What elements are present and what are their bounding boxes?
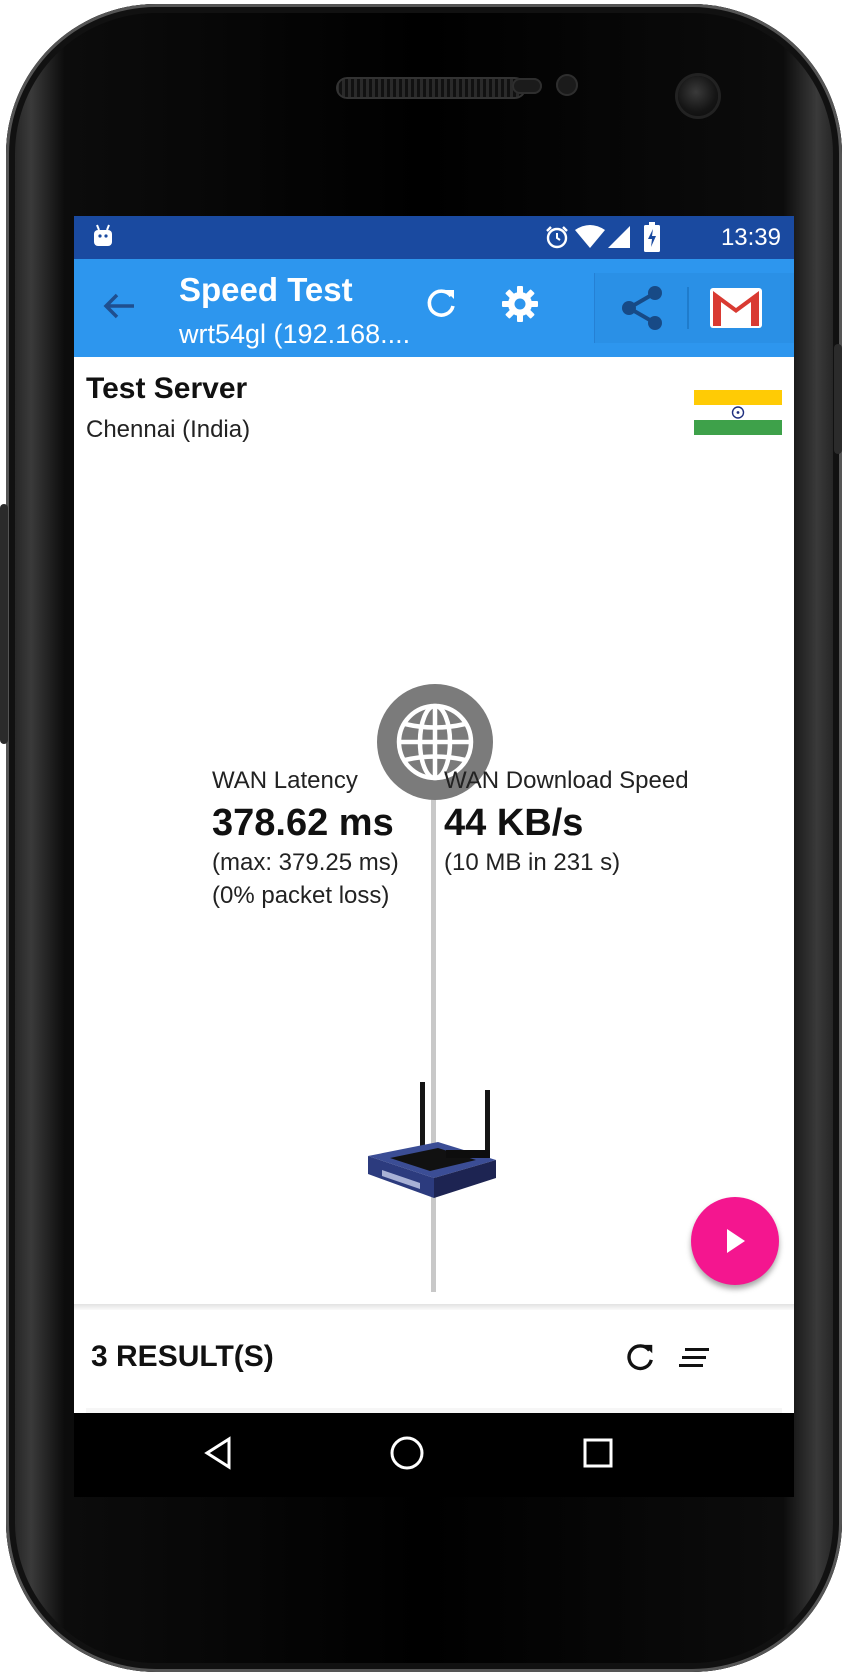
india-flag-icon <box>694 390 782 435</box>
connection-line <box>431 756 436 1292</box>
latency-packet-loss: (0% packet loss) <box>212 882 390 909</box>
server-heading: Test Server <box>86 372 248 405</box>
results-header: 3 RESULT(S) <box>74 1310 794 1408</box>
light-sensor <box>556 74 578 96</box>
earpiece-speaker <box>336 77 526 99</box>
gmail-icon[interactable] <box>709 287 763 329</box>
router-icon <box>360 1078 510 1202</box>
app-bar: Speed Test wrt54gl (192.168.... <box>74 259 794 357</box>
alarm-icon <box>544 224 570 250</box>
share-action-group <box>594 273 794 343</box>
status-bar: 13:39 <box>74 216 794 259</box>
start-test-button[interactable] <box>691 1197 779 1285</box>
download-detail: (10 MB in 231 s) <box>444 849 621 876</box>
wifi-icon <box>574 225 606 249</box>
play-icon <box>725 1227 747 1255</box>
results-count: 3 RESULT(S) <box>91 1340 274 1373</box>
results-refresh-icon[interactable] <box>624 1342 656 1374</box>
back-arrow-icon[interactable] <box>102 291 136 321</box>
download-label: WAN Download Speed <box>444 767 689 794</box>
signal-icon <box>607 225 631 249</box>
phone-frame: 13:39 Speed Test wrt54gl (192.168.... Te… <box>0 4 842 1672</box>
latency-label: WAN Latency <box>212 767 358 794</box>
nav-home-icon[interactable] <box>389 1435 425 1471</box>
latency-value: 378.62 ms <box>212 802 394 844</box>
volume-button <box>0 504 8 744</box>
server-location: Chennai (India) <box>86 416 251 443</box>
proximity-sensor <box>512 78 542 94</box>
navigation-bar <box>74 1413 794 1497</box>
status-time: 13:39 <box>720 224 781 251</box>
app-subtitle: wrt54gl (192.168.... <box>179 319 411 349</box>
download-value: 44 KB/s <box>444 802 584 844</box>
sort-icon[interactable] <box>679 1346 711 1370</box>
refresh-icon[interactable] <box>424 287 458 321</box>
screen: 13:39 Speed Test wrt54gl (192.168.... Te… <box>74 216 794 1497</box>
latency-max: (max: 379.25 ms) <box>212 849 399 876</box>
front-camera <box>678 76 718 116</box>
battery-charging-icon <box>644 222 660 252</box>
android-icon <box>92 223 114 249</box>
power-button <box>834 344 842 454</box>
app-title: Speed Test <box>179 271 353 308</box>
settings-gear-icon[interactable] <box>501 285 539 323</box>
nav-recents-icon[interactable] <box>583 1438 613 1468</box>
action-divider <box>687 287 689 329</box>
nav-back-icon[interactable] <box>203 1436 233 1470</box>
share-icon[interactable] <box>619 285 665 331</box>
